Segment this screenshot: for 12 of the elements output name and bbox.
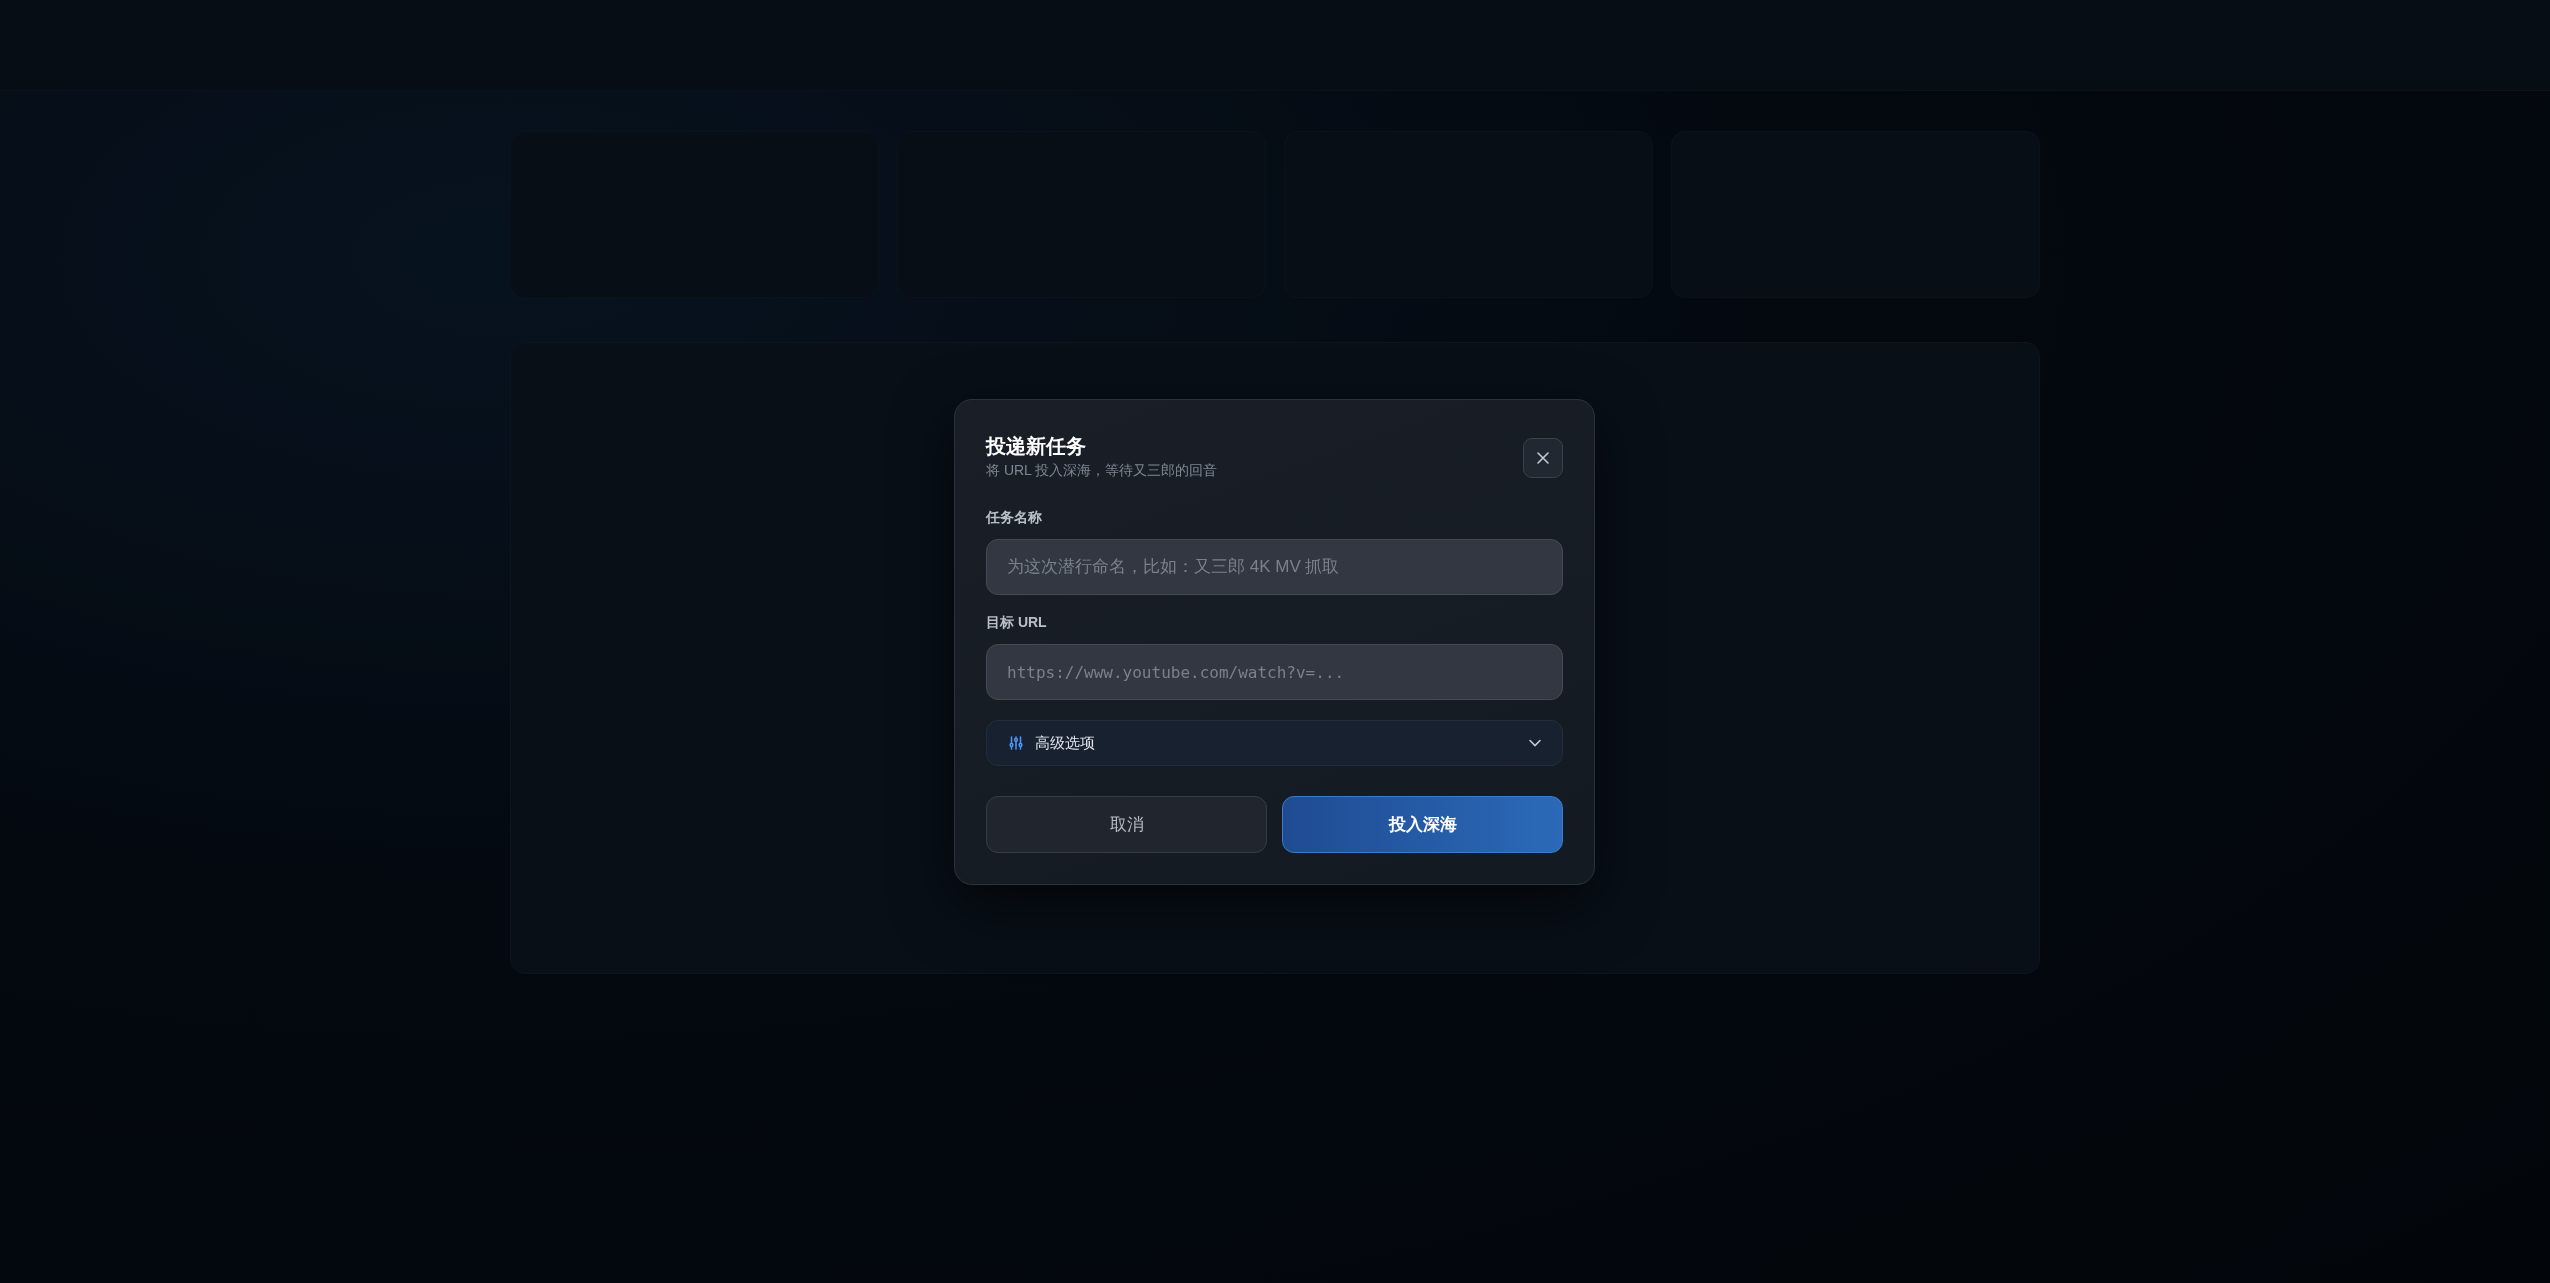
- advanced-options-toggle[interactable]: 高级选项: [986, 720, 1563, 766]
- dialog-title: 投递新任务: [986, 434, 1087, 459]
- submit-button[interactable]: 投入深海: [1282, 796, 1563, 853]
- input-field[interactable]: https://www.youtube.com/watch?v=...: [986, 644, 1563, 700]
- sliders-icon: [1009, 736, 1023, 750]
- input-field[interactable]: 为这次潜行命名，比如：又三郎 4K MV 抓取: [986, 539, 1563, 595]
- dialog-subtitle: 将 URL 投入深海，等待又三郎的回音: [986, 461, 1218, 480]
- close-icon: [1536, 451, 1550, 465]
- field-label: 目标 URL: [986, 613, 1048, 631]
- field-label: 任务名称: [986, 508, 1043, 526]
- cancel-button[interactable]: 取消: [986, 796, 1267, 853]
- close-button[interactable]: [1523, 438, 1563, 478]
